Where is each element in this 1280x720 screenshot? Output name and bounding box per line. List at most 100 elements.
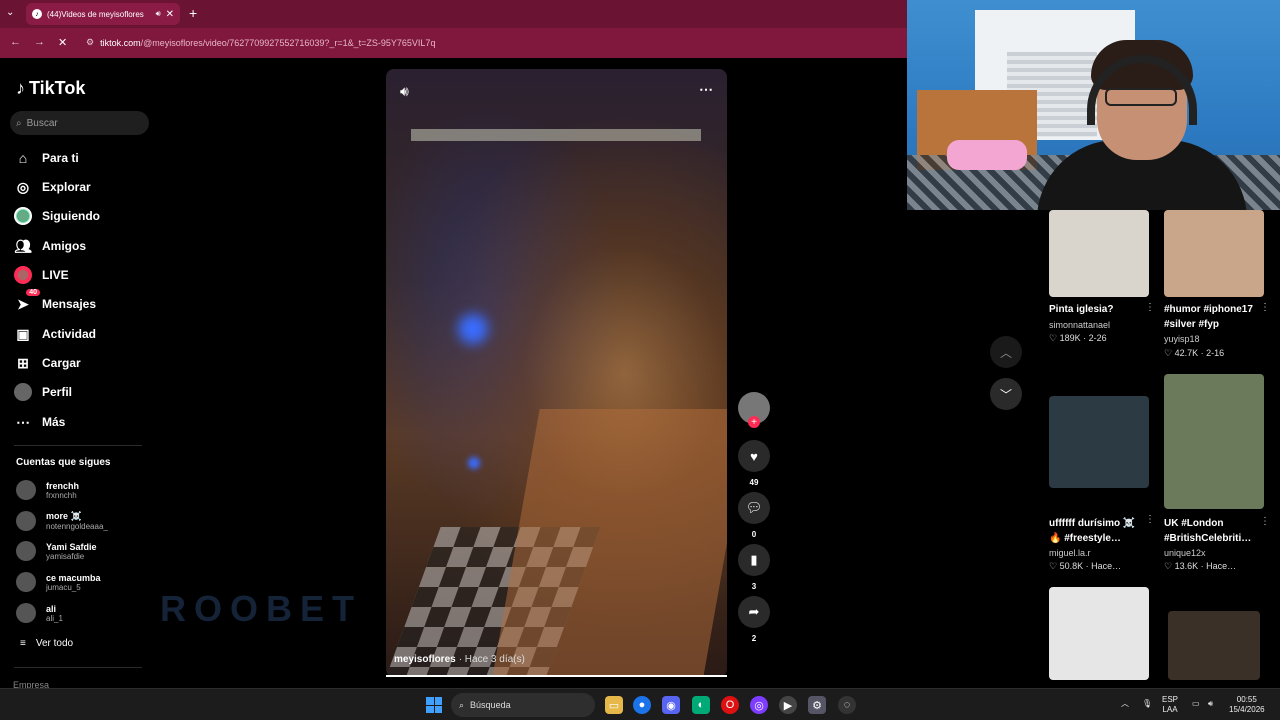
video-player[interactable]: 🔊︎ ⋯ meyisoflores · Hace 3 día(s): [386, 69, 727, 677]
site-info-icon[interactable]: ⚙: [86, 37, 94, 48]
file-explorer-icon[interactable]: ▭: [605, 696, 623, 714]
more-options-icon[interactable]: ⋮: [1145, 514, 1155, 525]
settings-icon[interactable]: ⚙: [808, 696, 826, 714]
previous-video-button[interactable]: ︿: [990, 336, 1022, 368]
nav-para-ti[interactable]: ⌂ Para ti: [14, 147, 79, 169]
back-icon[interactable]: ←: [10, 36, 21, 48]
url-field[interactable]: ⚙ tiktok.com/@meyisoflores/video/7627709…: [86, 37, 435, 48]
tab-menu-icon[interactable]: ⌄: [6, 7, 14, 18]
more-options-icon[interactable]: ⋮: [1260, 302, 1270, 313]
video-thumbnail[interactable]: [1168, 611, 1260, 680]
profile-avatar-icon: [14, 383, 32, 401]
save-action[interactable]: ▮ 3: [738, 544, 770, 591]
video-title: #humor #iphone17 #silver #fyp: [1164, 304, 1253, 330]
glasses-icon: [1105, 88, 1177, 106]
recommended-video[interactable]: Pinta iglesia? ⋮ simonnattanael ♡ 189K ·…: [1049, 210, 1155, 360]
following-account[interactable]: more ☠️ notenngoldeaaa_: [16, 511, 108, 531]
language-indicator[interactable]: ESP LAA: [1162, 695, 1178, 715]
close-tab-icon[interactable]: ✕: [166, 9, 174, 20]
comment-icon[interactable]: 💬︎: [738, 492, 770, 524]
video-title: UK #London #BritishCelebriti…: [1164, 518, 1252, 544]
nav-mensajes[interactable]: ➤ 40 Mensajes: [14, 289, 96, 315]
new-tab-icon[interactable]: +: [189, 5, 197, 21]
nav-amigos[interactable]: 👥︎ Amigos: [14, 235, 86, 257]
volume-icon[interactable]: 🔊︎: [1208, 699, 1213, 709]
following-account[interactable]: frenchh frxnnchh: [16, 480, 79, 500]
chevron-down-icon: ﹀: [999, 387, 1012, 402]
more-options-icon[interactable]: ⋮: [1145, 302, 1155, 313]
account-name: ali: [46, 603, 57, 614]
video-thumbnail[interactable]: [1049, 587, 1149, 680]
discord-icon[interactable]: ◉: [662, 696, 680, 714]
video-thumbnail[interactable]: [1049, 210, 1149, 297]
network-icon[interactable]: ▭: [1192, 699, 1200, 709]
browser-icon[interactable]: ◐: [692, 696, 710, 714]
video-author[interactable]: meyisoflores: [394, 654, 456, 665]
video-thumbnail[interactable]: [1164, 210, 1264, 297]
taskbar-search[interactable]: ⌕ Búsqueda: [451, 693, 595, 717]
video-scene-light: [458, 314, 488, 344]
see-all-link[interactable]: ≡ Ver todo: [20, 638, 73, 649]
following-account[interactable]: ce macumba jumacu_5: [16, 572, 101, 592]
video-author[interactable]: simonnattanael: [1049, 320, 1110, 330]
nav-mas[interactable]: ⋯ Más: [14, 411, 65, 433]
like-action[interactable]: ♥ 49: [738, 440, 770, 487]
next-video-button[interactable]: ﹀: [990, 378, 1022, 410]
follow-plus-icon[interactable]: +: [748, 416, 760, 428]
recommended-video[interactable]: UK #London #BritishCelebriti… ⋮ unique12…: [1164, 374, 1270, 574]
bell-icon: ▣: [16, 325, 30, 342]
video-author[interactable]: unique12x: [1164, 548, 1206, 558]
video-thumbnail[interactable]: [1049, 396, 1149, 488]
chrome-icon[interactable]: ●: [633, 696, 651, 714]
more-icon: ⋯: [16, 413, 30, 430]
nav-siguiendo[interactable]: Siguiendo: [14, 205, 100, 227]
share-action[interactable]: ➦ 2: [738, 596, 770, 643]
divider: [14, 667, 142, 668]
forward-icon[interactable]: →: [34, 36, 45, 48]
tiktok-logo[interactable]: ♪ TikTok: [16, 78, 85, 99]
chevron-up-icon[interactable]: ︿: [1121, 699, 1129, 709]
following-account[interactable]: Yami Safdie yamisafdie: [16, 541, 97, 561]
webcam-pillow: [947, 140, 1027, 170]
nav-live[interactable]: LIVE: [14, 264, 69, 286]
clock[interactable]: 00:55 15/4/2026: [1229, 695, 1265, 715]
app-icon[interactable]: ◌: [838, 696, 856, 714]
search-input[interactable]: ⌕ Buscar: [10, 111, 149, 135]
more-options-icon[interactable]: ⋮: [1260, 516, 1270, 527]
nav-cargar[interactable]: ⊞ Cargar: [14, 352, 81, 374]
share-icon[interactable]: ➦: [738, 596, 770, 628]
nav-perfil[interactable]: Perfil: [14, 381, 72, 403]
account-handle: yamisafdie: [46, 551, 85, 561]
windows-start-icon[interactable]: [426, 697, 442, 713]
browser-tab[interactable]: ♪ (44)Videos de meyisoflores 🔊︎ ✕: [26, 3, 180, 25]
heart-icon[interactable]: ♥: [738, 440, 770, 472]
video-stats: ♡ 42.7K · 2-16: [1164, 348, 1225, 358]
avatar: [16, 541, 36, 561]
video-author[interactable]: miguel.la.r: [1049, 548, 1091, 558]
opera-icon[interactable]: O: [721, 696, 739, 714]
recommended-video[interactable]: [1049, 587, 1149, 680]
stop-icon[interactable]: ✕: [58, 36, 67, 49]
app-icon[interactable]: ◎: [750, 696, 768, 714]
tiktok-note-icon: ♪: [16, 78, 25, 98]
microphone-icon[interactable]: 🎙︎: [1142, 699, 1152, 709]
comment-action[interactable]: 💬︎ 0: [738, 492, 770, 539]
account-handle: notenngoldeaaa_: [46, 522, 108, 531]
nav-label: LIVE: [42, 268, 69, 282]
nav-explorar[interactable]: ◎ Explorar: [14, 176, 91, 198]
browser-tab-bar: ⌄ ♪ (44)Videos de meyisoflores 🔊︎ ✕ +: [0, 0, 907, 28]
more-options-icon[interactable]: ⋯: [699, 81, 713, 98]
volume-icon[interactable]: 🔊︎: [400, 83, 409, 100]
audio-icon[interactable]: 🔊︎: [156, 9, 161, 19]
recommended-video[interactable]: uffffff durísimo ☠️ 🔥 #freestyle… ⋮ migu…: [1049, 396, 1155, 576]
video-progress-bar[interactable]: [386, 675, 727, 677]
recommended-video[interactable]: #humor #iphone17 #silver #fyp ⋮ yuyisp18…: [1164, 210, 1270, 360]
recommended-video[interactable]: [1168, 611, 1260, 680]
following-account[interactable]: ali ali_1: [16, 603, 63, 623]
nav-actividad[interactable]: ▣ Actividad: [14, 323, 96, 345]
following-section-title: Cuentas que sigues: [16, 457, 111, 468]
media-player-icon[interactable]: ▶: [779, 696, 797, 714]
video-author[interactable]: yuyisp18: [1164, 334, 1200, 344]
bookmark-icon[interactable]: ▮: [738, 544, 770, 576]
video-thumbnail[interactable]: [1164, 374, 1264, 509]
